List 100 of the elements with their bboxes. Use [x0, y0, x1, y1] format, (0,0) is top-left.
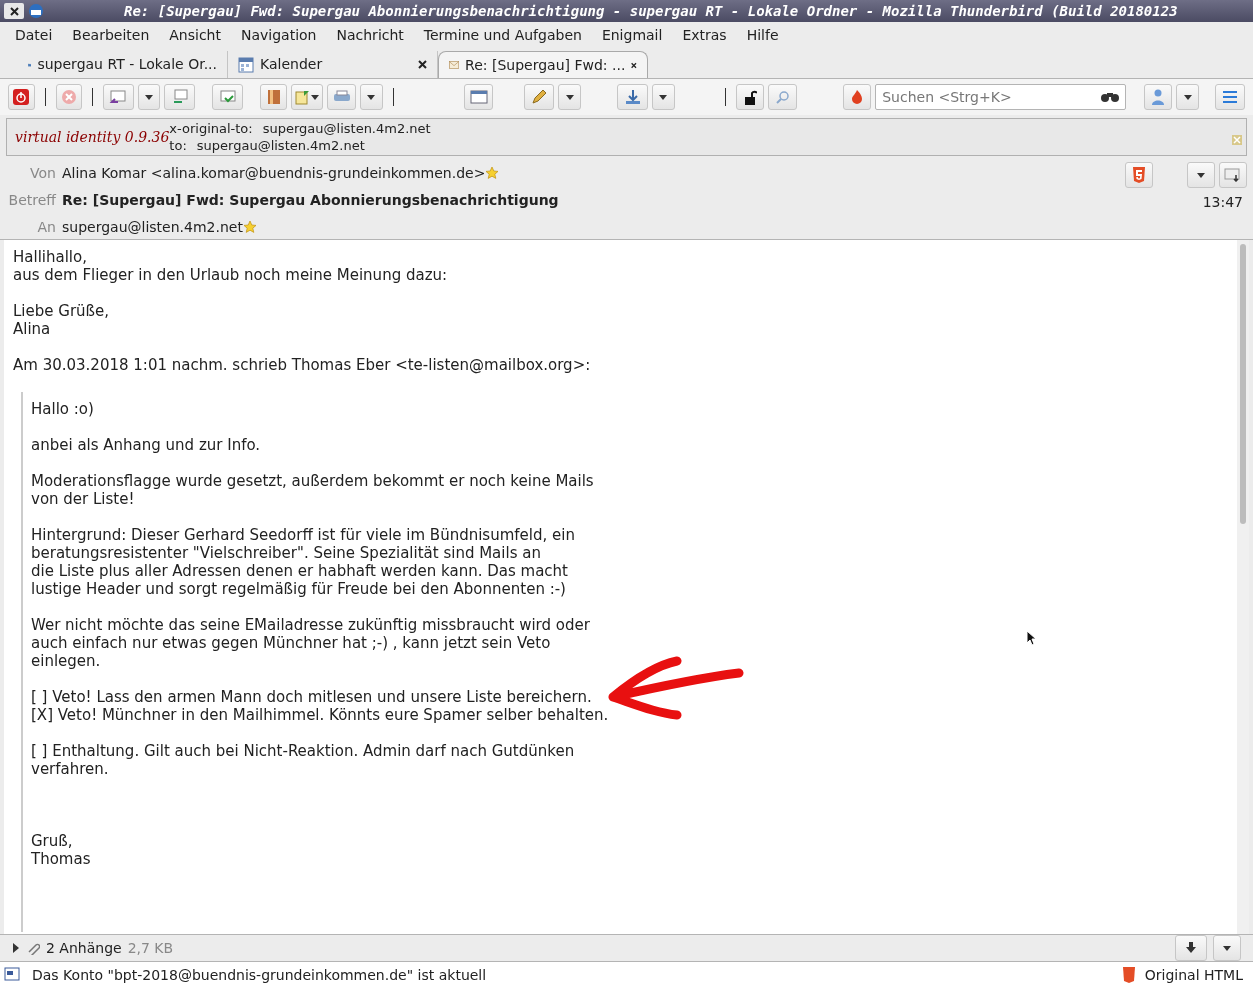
- field-label: Von: [29, 163, 56, 183]
- forward-button[interactable]: [212, 84, 243, 110]
- caret-icon: [565, 94, 574, 100]
- pencil-icon: [530, 89, 547, 105]
- paperclip-icon: [26, 941, 40, 955]
- reply-icon: [109, 90, 128, 104]
- menu-item[interactable]: Extras: [673, 25, 736, 46]
- dropdown-button[interactable]: [558, 84, 582, 110]
- window-title: Re: [Supergau] Fwd: Supergau Abonnierungsbenachrichtigung - supergau RT - Lokale Ordner - Mozilla Thunderbird (Build 20180123: [124, 1, 1178, 21]
- tag-button[interactable]: [290, 84, 324, 110]
- menu-button[interactable]: [1214, 84, 1245, 110]
- address-text[interactable]: supergau@listen.4m2.net: [62, 216, 243, 238]
- close-icon[interactable]: [631, 60, 637, 70]
- download-icon: [1185, 942, 1197, 954]
- menu-item[interactable]: Termine und Aufgaben: [414, 25, 591, 46]
- caret-icon: [1183, 94, 1192, 100]
- menu-item[interactable]: Bearbeiten: [63, 25, 159, 46]
- attachment-size: 2,7 KB: [127, 938, 174, 958]
- body-paragraph: Hallihallo, aus dem Flieger in den Urlaub noch meine Meinung dazu:: [13, 248, 448, 284]
- close-button[interactable]: [4, 3, 24, 19]
- tab[interactable]: Kalender: [228, 51, 438, 78]
- close-icon[interactable]: [418, 60, 427, 69]
- envelope-icon: [1224, 168, 1242, 182]
- html5-icon: [1122, 967, 1135, 983]
- quote-paragraph: Hintergrund: Dieser Gerhard Seedorff ist für viele im Bündnisumfeld, ein beratungsresistenter "Vielschreiber". Seine Spezialität sind Mails an die Liste plus aller Adressen denen er habhaft werden kann. Das macht lustige Header und sorgt regelmäßig für Freude bei den Abonnenten :-): [31, 526, 575, 598]
- quote-paragraph: Hallo :o): [31, 400, 94, 418]
- menu-icon: [1222, 91, 1237, 103]
- edit-button[interactable]: [523, 84, 555, 110]
- tab[interactable]: supergau RT - Lokale Or...: [18, 51, 228, 78]
- compose-button[interactable]: [464, 84, 493, 110]
- caret-icon: [311, 94, 320, 100]
- person-icon: [1151, 89, 1164, 105]
- format-indicator[interactable]: Original HTML: [1144, 964, 1243, 986]
- flame-icon: [850, 89, 863, 105]
- quote-paragraph: anbei als Anhang und zur Info.: [31, 436, 261, 454]
- mail-action-button[interactable]: [1219, 162, 1247, 188]
- header-key: to:: [169, 137, 187, 154]
- quote-paragraph: Wer nicht möchte das seine EMailadresse zukünftig missbraucht wird oder auch einfach nur etwas gegen Münchner hat ;-) , kann jetzt sein Veto einlegen.: [31, 616, 590, 670]
- menu-item[interactable]: Ansicht: [160, 25, 230, 46]
- archive-button[interactable]: [260, 84, 287, 110]
- dropdown-button[interactable]: [651, 84, 675, 110]
- mouse-pointer-icon: [1026, 630, 1036, 646]
- tab-label: Re: [Supergau] Fwd: ...: [465, 55, 626, 75]
- dropdown-button[interactable]: [359, 84, 383, 110]
- download-icon: [623, 89, 642, 105]
- attachment-count[interactable]: 2 Anhänge: [46, 937, 122, 959]
- html5-icon: [1133, 167, 1145, 183]
- menu-item[interactable]: Enigmail: [592, 25, 672, 46]
- flame-button[interactable]: [842, 84, 872, 110]
- status-icon: [4, 967, 22, 983]
- message-time: 13:47: [1202, 193, 1243, 212]
- menu-item[interactable]: Hilfe: [737, 25, 788, 46]
- menu-item[interactable]: Nachricht: [327, 25, 413, 46]
- caret-icon: [1223, 945, 1231, 951]
- quote-paragraph: Moderationsflagge wurde gesetzt, außerdem bekommt er noch keine Mails von der Liste!: [31, 472, 594, 508]
- printer-icon: [332, 90, 351, 104]
- note-icon: [295, 89, 312, 105]
- download-button[interactable]: [617, 84, 648, 110]
- tab[interactable]: Re: [Supergau] Fwd: ...: [438, 51, 648, 78]
- dropdown-button[interactable]: [1176, 84, 1199, 110]
- header-value: supergau@listen.4m2.net: [196, 137, 365, 154]
- tab-label: Kalender: [260, 55, 324, 74]
- reply-button[interactable]: [103, 84, 134, 110]
- save-button[interactable]: [1175, 935, 1207, 961]
- dropdown-button[interactable]: [1213, 935, 1241, 961]
- subject-text: Re: [Supergau] Fwd: Supergau Abonnierungsbenachrichtigung: [62, 190, 559, 210]
- status-message: Das Konto "bpt-2018@buendnis-grundeinkommen.de" ist aktuell: [32, 965, 488, 985]
- quote-paragraph: [ ] Veto! Lass den armen Mann doch mitlesen und unsere Liste bereichern. [X] Veto! Münchner in den Mailhimmel. Könnts eure Spamer selber behalten.: [31, 688, 609, 724]
- search-box[interactable]: Suchen <Strg+K>: [875, 84, 1127, 110]
- app-logo-icon: [28, 3, 44, 19]
- book-icon: [266, 89, 281, 105]
- html-button[interactable]: [1125, 162, 1153, 188]
- dropdown-button[interactable]: [1187, 162, 1215, 188]
- dropdown-button[interactable]: [137, 84, 161, 110]
- tab-label: supergau RT - Lokale Or...: [37, 55, 217, 74]
- search-field[interactable]: Suchen <Strg+K>: [882, 86, 1102, 108]
- header-key: x-original-to:: [169, 120, 253, 137]
- caret-icon: [659, 94, 668, 100]
- star-icon[interactable]: [242, 220, 257, 234]
- star-icon[interactable]: [485, 166, 500, 180]
- window-icon: [469, 89, 488, 105]
- field-label: Betreff: [7, 190, 56, 210]
- address-text[interactable]: Alina Komar <alina.komar@buendnis-grundeinkommen.de>: [62, 162, 486, 184]
- unlock-button[interactable]: [735, 84, 765, 110]
- virtual-identity-label: virtual identity 0.9.36: [15, 128, 170, 145]
- binoculars-icon: [1101, 91, 1120, 103]
- padlock-icon: [743, 89, 757, 105]
- body-paragraph: Am 30.03.2018 1:01 nachm. schrieb Thomas Eber <te-listen@mailbox.org>:: [13, 356, 591, 374]
- close-icon: [9, 6, 19, 16]
- menu-item[interactable]: Datei: [6, 25, 62, 46]
- caret-icon: [367, 94, 376, 100]
- menu-item[interactable]: Navigation: [232, 25, 326, 46]
- field-label: An: [36, 217, 56, 237]
- search-icon: [775, 90, 790, 104]
- body-paragraph: Liebe Grüße, Alina: [13, 302, 109, 338]
- stop-button[interactable]: [8, 84, 35, 110]
- header-value: supergau@listen.4m2.net: [262, 120, 431, 137]
- forward-icon: [218, 89, 237, 105]
- caret-icon: [145, 94, 154, 100]
- expand-icon[interactable]: [12, 943, 20, 953]
